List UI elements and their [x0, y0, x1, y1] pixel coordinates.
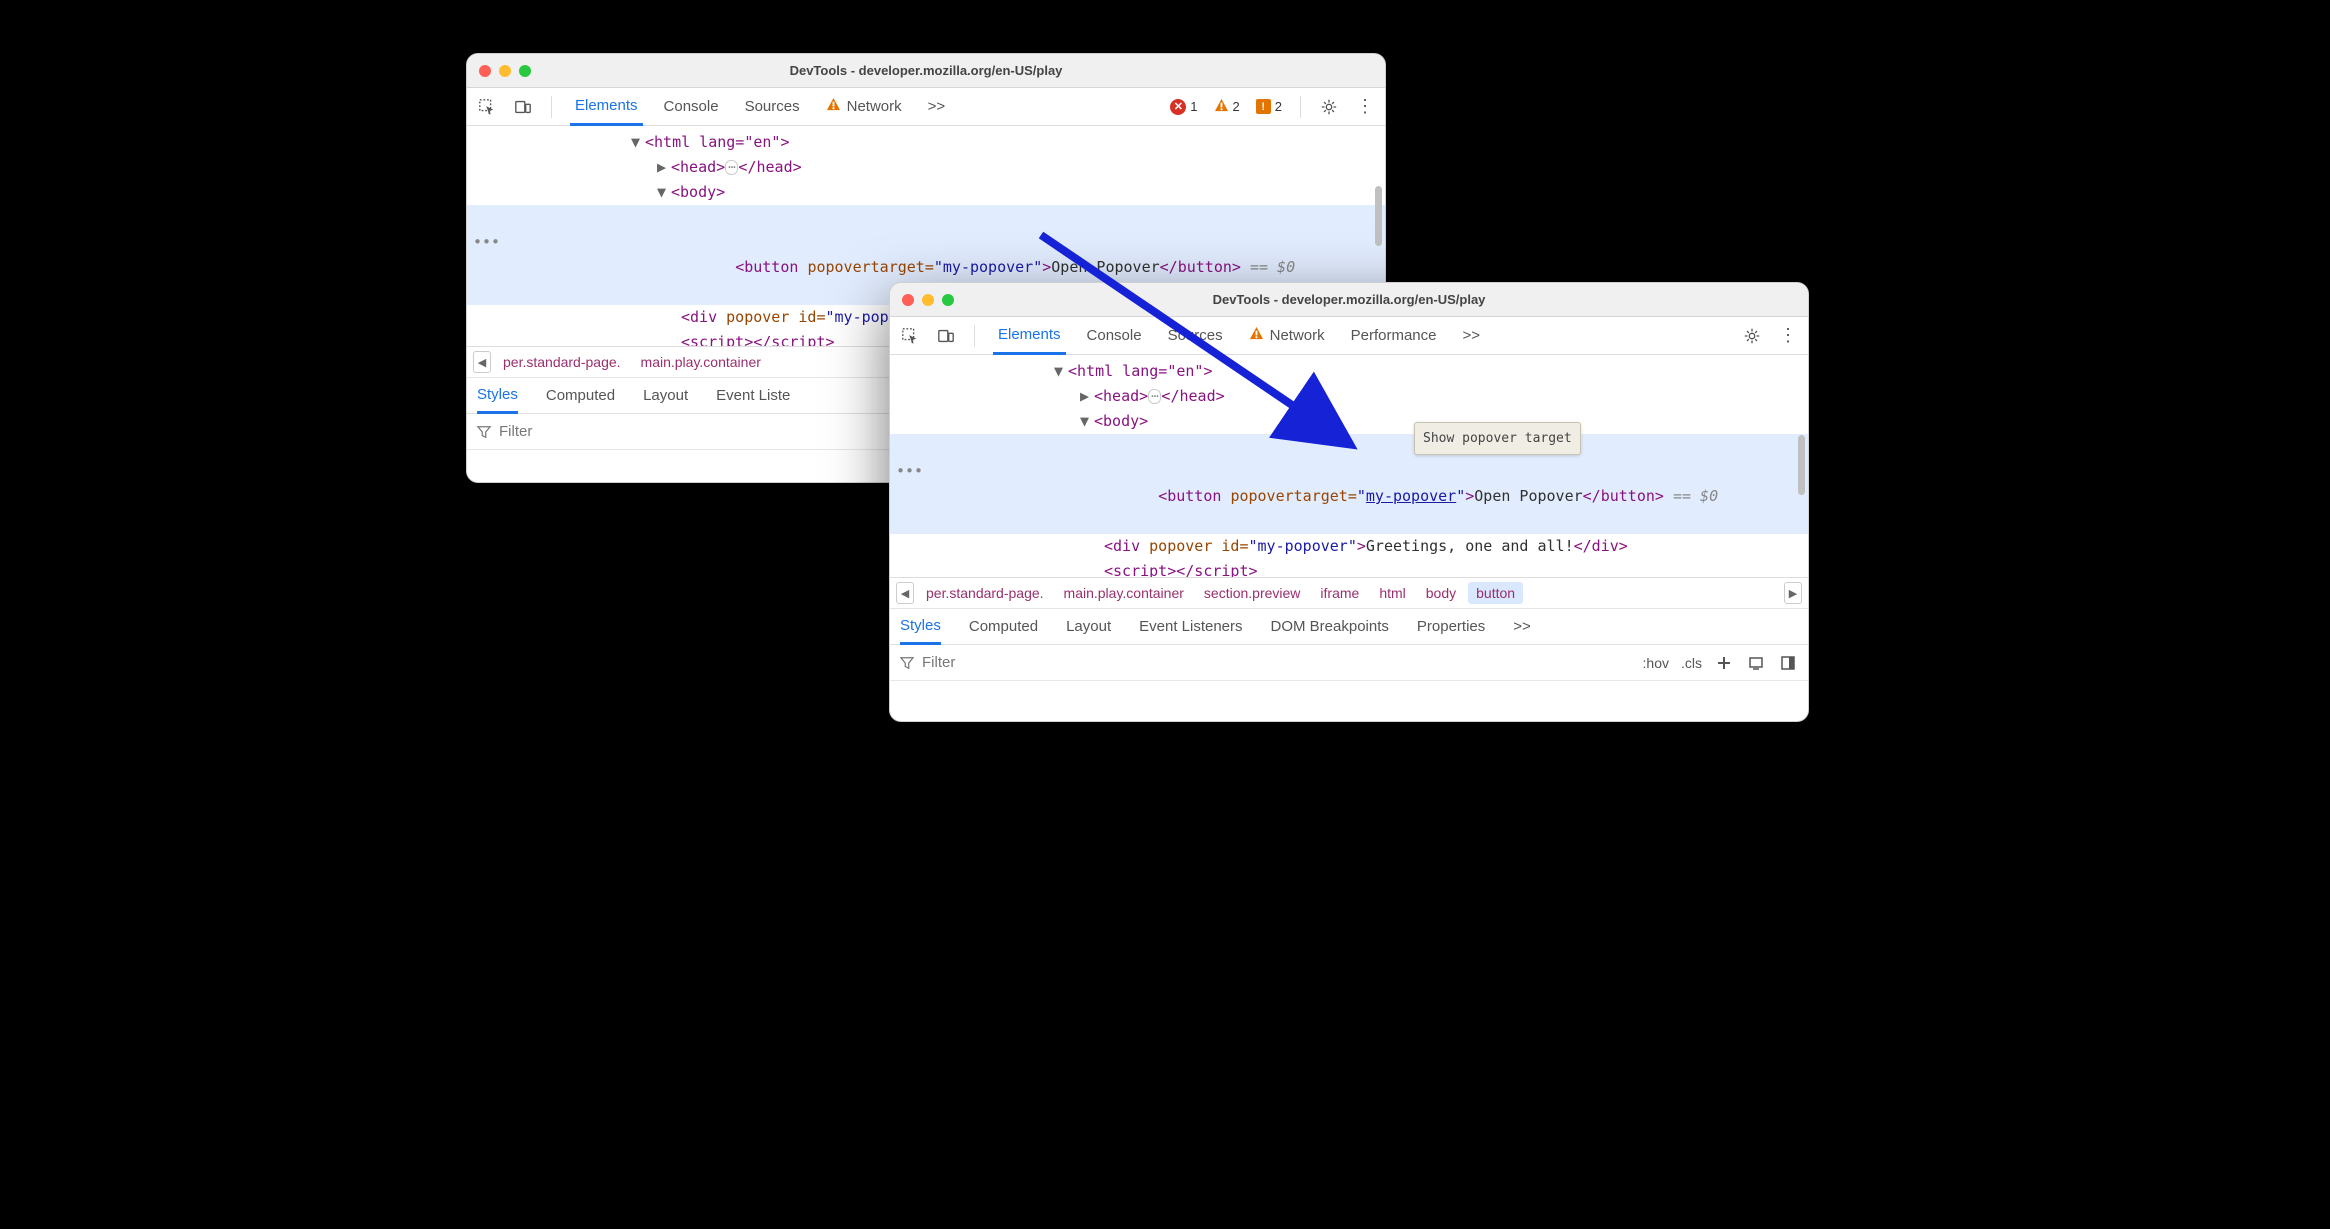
more-icon[interactable]: ⋮	[1778, 326, 1798, 346]
tab-console[interactable]: Console	[1082, 317, 1147, 355]
device-icon[interactable]	[513, 97, 533, 117]
titlebar[interactable]: DevTools - developer.mozilla.org/en-US/p…	[890, 283, 1808, 317]
window-title: DevTools - developer.mozilla.org/en-US/p…	[467, 63, 1385, 78]
filter-input[interactable]: Filter	[900, 654, 1633, 671]
scrollbar-thumb[interactable]	[1798, 435, 1805, 495]
zoom-dot[interactable]	[519, 65, 531, 77]
styles-filter-bar: Filter :hov .cls	[890, 645, 1808, 681]
close-dot[interactable]	[479, 65, 491, 77]
tab-sources[interactable]: Sources	[740, 88, 805, 126]
issue-icon: !	[1256, 99, 1271, 114]
selected-node[interactable]: ••• <button popovertarget="my-popover">O…	[890, 434, 1808, 534]
device-icon[interactable]	[936, 326, 956, 346]
subtab-styles[interactable]: Styles	[477, 378, 518, 414]
minimize-dot[interactable]	[499, 65, 511, 77]
tab-elements[interactable]: Elements	[993, 317, 1066, 355]
ellipsis-icon[interactable]: ⋯	[1148, 389, 1161, 404]
warning-icon	[1249, 326, 1264, 345]
subtabs-overflow[interactable]: >>	[1513, 609, 1531, 645]
subtab-layout[interactable]: Layout	[643, 378, 688, 414]
filter-icon	[477, 425, 491, 439]
tab-network[interactable]: Network	[821, 88, 907, 126]
crumb-node[interactable]: section.preview	[1196, 582, 1309, 604]
subtab-layout[interactable]: Layout	[1066, 609, 1111, 645]
crumb-node[interactable]: main.play.container	[1056, 582, 1192, 604]
gear-icon[interactable]	[1742, 326, 1762, 346]
crumb-scroll-right[interactable]: ▶	[1784, 582, 1802, 604]
error-icon: ✕	[1170, 99, 1186, 115]
scrollbar-thumb[interactable]	[1375, 186, 1382, 246]
filter-placeholder: Filter	[499, 423, 532, 440]
styles-tabs: Styles Computed Layout Event Listeners D…	[890, 609, 1808, 645]
crumb-node[interactable]: body	[1418, 582, 1464, 604]
titlebar[interactable]: DevTools - developer.mozilla.org/en-US/p…	[467, 54, 1385, 88]
warning-icon	[826, 97, 841, 116]
crumb-scroll-left[interactable]: ◀	[896, 582, 914, 604]
warning-count[interactable]: 2	[1214, 98, 1240, 116]
popover-target-link[interactable]: my-popover	[1366, 487, 1456, 505]
close-dot[interactable]	[902, 294, 914, 306]
crumb-node[interactable]: iframe	[1312, 582, 1367, 604]
filter-placeholder: Filter	[922, 654, 955, 671]
gear-icon[interactable]	[1319, 97, 1339, 117]
subtab-listeners[interactable]: Event Listeners	[1139, 609, 1242, 645]
error-count[interactable]: ✕1	[1170, 99, 1197, 115]
new-style-rule-icon[interactable]	[1714, 653, 1734, 673]
zoom-dot[interactable]	[942, 294, 954, 306]
window-title: DevTools - developer.mozilla.org/en-US/p…	[890, 292, 1808, 307]
crumb-node[interactable]: per.standard-page.	[495, 351, 629, 373]
devtools-toolbar: Elements Console Sources Network Perform…	[890, 317, 1808, 355]
subtab-properties[interactable]: Properties	[1417, 609, 1485, 645]
ellipsis-icon[interactable]: ⋯	[725, 160, 738, 175]
tab-elements[interactable]: Elements	[570, 88, 643, 126]
node-actions-icon[interactable]: •••	[473, 230, 500, 255]
devtools-toolbar: Elements Console Sources Network >> ✕1 2…	[467, 88, 1385, 126]
tabs-overflow[interactable]: >>	[923, 88, 951, 126]
toggle-panel-icon[interactable]	[1778, 653, 1798, 673]
tab-network[interactable]: Network	[1244, 317, 1330, 355]
minimize-dot[interactable]	[922, 294, 934, 306]
tab-console[interactable]: Console	[659, 88, 724, 126]
tooltip: Show popover target	[1414, 422, 1581, 455]
hov-toggle[interactable]: :hov	[1643, 655, 1669, 671]
inspect-icon[interactable]	[477, 97, 497, 117]
dom-tree[interactable]: ▼<html lang="en"> ▶<head>⋯</head> ▼<body…	[890, 355, 1808, 577]
crumb-node-selected[interactable]: button	[1468, 582, 1523, 604]
issues-count[interactable]: !2	[1256, 99, 1282, 114]
subtab-computed[interactable]: Computed	[969, 609, 1038, 645]
cls-toggle[interactable]: .cls	[1681, 655, 1702, 671]
subtab-listeners[interactable]: Event Liste	[716, 378, 790, 414]
crumb-node[interactable]: html	[1371, 582, 1413, 604]
node-actions-icon[interactable]: •••	[896, 459, 923, 484]
inspect-icon[interactable]	[900, 326, 920, 346]
subtab-styles[interactable]: Styles	[900, 609, 941, 645]
crumb-node[interactable]: main.play.container	[633, 351, 769, 373]
crumb-scroll-left[interactable]: ◀	[473, 351, 491, 373]
devtools-window-front: DevTools - developer.mozilla.org/en-US/p…	[889, 282, 1809, 722]
breadcrumb: ◀ per.standard-page. main.play.container…	[890, 577, 1808, 609]
subtab-dom-breakpoints[interactable]: DOM Breakpoints	[1271, 609, 1389, 645]
crumb-node[interactable]: per.standard-page.	[918, 582, 1052, 604]
subtab-computed[interactable]: Computed	[546, 378, 615, 414]
computed-styles-sidebar-icon[interactable]	[1746, 653, 1766, 673]
filter-icon	[900, 656, 914, 670]
tab-sources[interactable]: Sources	[1163, 317, 1228, 355]
tabs-overflow[interactable]: >>	[1458, 317, 1486, 355]
warning-icon	[1214, 98, 1229, 116]
tab-performance[interactable]: Performance	[1346, 317, 1442, 355]
more-icon[interactable]: ⋮	[1355, 97, 1375, 117]
